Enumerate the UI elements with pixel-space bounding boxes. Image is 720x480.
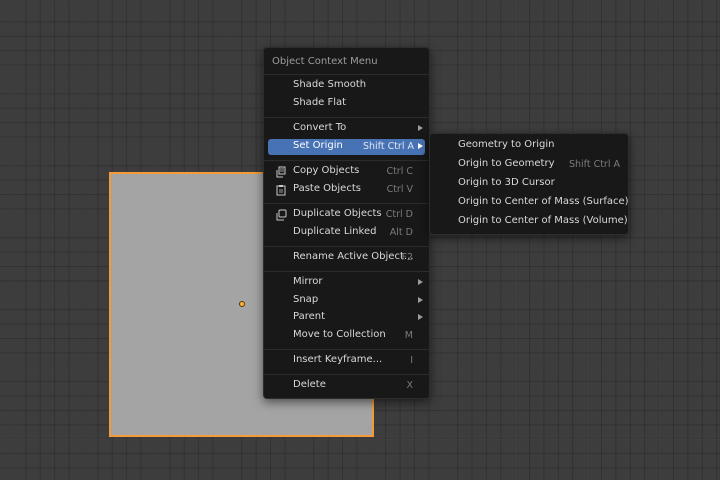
- menu-item-mirror[interactable]: Mirror: [268, 275, 425, 291]
- menu-item-label: Delete: [293, 379, 326, 390]
- menu-item-shortcut: M: [404, 330, 413, 341]
- menu-item-label: Mirror: [293, 276, 323, 287]
- submenu-item-origin-to-center-of-mass-volume[interactable]: Origin to Center of Mass (Volume): [434, 214, 628, 230]
- menu-separator: [264, 374, 429, 375]
- menu-item-shortcut: Alt D: [389, 227, 413, 238]
- submenu-item-origin-to-3d-cursor[interactable]: Origin to 3D Cursor: [434, 176, 624, 192]
- menu-separator: [264, 160, 429, 161]
- menu-item-convert-to[interactable]: Convert To: [268, 121, 425, 137]
- menu-separator: [264, 246, 429, 247]
- submenu-item-geometry-to-origin[interactable]: Geometry to Origin: [434, 138, 624, 154]
- menu-separator: [264, 271, 429, 272]
- menu-item-shortcut: Shift Ctrl A: [362, 141, 414, 152]
- menu-item-insert-keyframe[interactable]: Insert Keyframe... I: [268, 353, 425, 369]
- menu-item-label: Move to Collection: [293, 329, 386, 340]
- menu-item-label: Shade Flat: [293, 97, 347, 108]
- menu-item-label: Paste Objects: [293, 183, 361, 194]
- object-context-menu: Object Context Menu Shade Smooth Shade F…: [263, 47, 430, 399]
- submenu-arrow-icon: [418, 125, 423, 131]
- menu-item-label: Insert Keyframe...: [293, 354, 383, 365]
- menu-title: Object Context Menu: [272, 56, 378, 67]
- menu-separator: [264, 117, 429, 118]
- paste-icon: [276, 185, 286, 196]
- set-origin-submenu: Geometry to Origin Origin to Geometry Sh…: [429, 133, 629, 235]
- menu-item-paste-objects[interactable]: Paste Objects Ctrl V: [268, 182, 425, 198]
- submenu-item-shortcut: Shift Ctrl A: [568, 159, 620, 170]
- menu-item-duplicate-linked[interactable]: Duplicate Linked Alt D: [268, 225, 425, 241]
- menu-item-label: Snap: [293, 294, 319, 305]
- submenu-item-label: Origin to Center of Mass (Surface): [458, 196, 629, 207]
- duplicate-icon: [276, 209, 287, 221]
- object-origin-point: [239, 301, 245, 307]
- menu-item-shortcut: Ctrl V: [386, 184, 413, 195]
- menu-item-rename-active-object[interactable]: Rename Active Object... F2: [268, 250, 425, 266]
- menu-item-shade-flat[interactable]: Shade Flat: [268, 96, 425, 112]
- menu-item-shade-smooth[interactable]: Shade Smooth: [268, 78, 425, 94]
- menu-item-shortcut: Ctrl D: [385, 209, 413, 220]
- menu-item-move-to-collection[interactable]: Move to Collection M: [268, 328, 425, 344]
- menu-item-label: Duplicate Linked: [293, 226, 377, 237]
- menu-item-set-origin[interactable]: Set Origin Shift Ctrl A: [268, 139, 425, 155]
- menu-item-label: Parent: [293, 311, 326, 322]
- menu-item-duplicate-objects[interactable]: Duplicate Objects Ctrl D: [268, 207, 425, 223]
- menu-item-snap[interactable]: Snap: [268, 293, 425, 309]
- menu-separator: [264, 203, 429, 204]
- menu-item-shortcut: F2: [401, 252, 413, 263]
- submenu-item-label: Geometry to Origin: [458, 139, 555, 150]
- menu-item-delete[interactable]: Delete X: [268, 378, 425, 394]
- menu-separator: [264, 349, 429, 350]
- submenu-arrow-icon: [418, 279, 423, 285]
- submenu-arrow-icon: [418, 297, 423, 303]
- menu-item-parent[interactable]: Parent: [268, 310, 425, 326]
- menu-item-shortcut: X: [406, 380, 413, 391]
- submenu-item-label: Origin to Geometry: [458, 158, 555, 169]
- submenu-item-origin-to-center-of-mass-surface[interactable]: Origin to Center of Mass (Surface): [434, 195, 629, 211]
- menu-item-copy-objects[interactable]: Copy Objects Ctrl C: [268, 164, 425, 180]
- copy-icon: [276, 166, 286, 178]
- menu-item-label: Shade Smooth: [293, 79, 367, 90]
- menu-item-label: Rename Active Object...: [293, 251, 414, 262]
- menu-item-shortcut: I: [410, 355, 413, 366]
- menu-item-label: Convert To: [293, 122, 347, 133]
- menu-item-shortcut: Ctrl C: [386, 166, 413, 177]
- submenu-arrow-icon: [418, 314, 423, 320]
- menu-item-label: Duplicate Objects: [293, 208, 382, 219]
- submenu-item-label: Origin to Center of Mass (Volume): [458, 215, 628, 226]
- submenu-arrow-icon: [418, 143, 423, 149]
- menu-item-label: Copy Objects: [293, 165, 360, 176]
- submenu-item-label: Origin to 3D Cursor: [458, 177, 555, 188]
- submenu-item-origin-to-geometry[interactable]: Origin to Geometry Shift Ctrl A: [434, 157, 624, 173]
- menu-separator: [264, 74, 429, 75]
- menu-item-label: Set Origin: [293, 140, 343, 151]
